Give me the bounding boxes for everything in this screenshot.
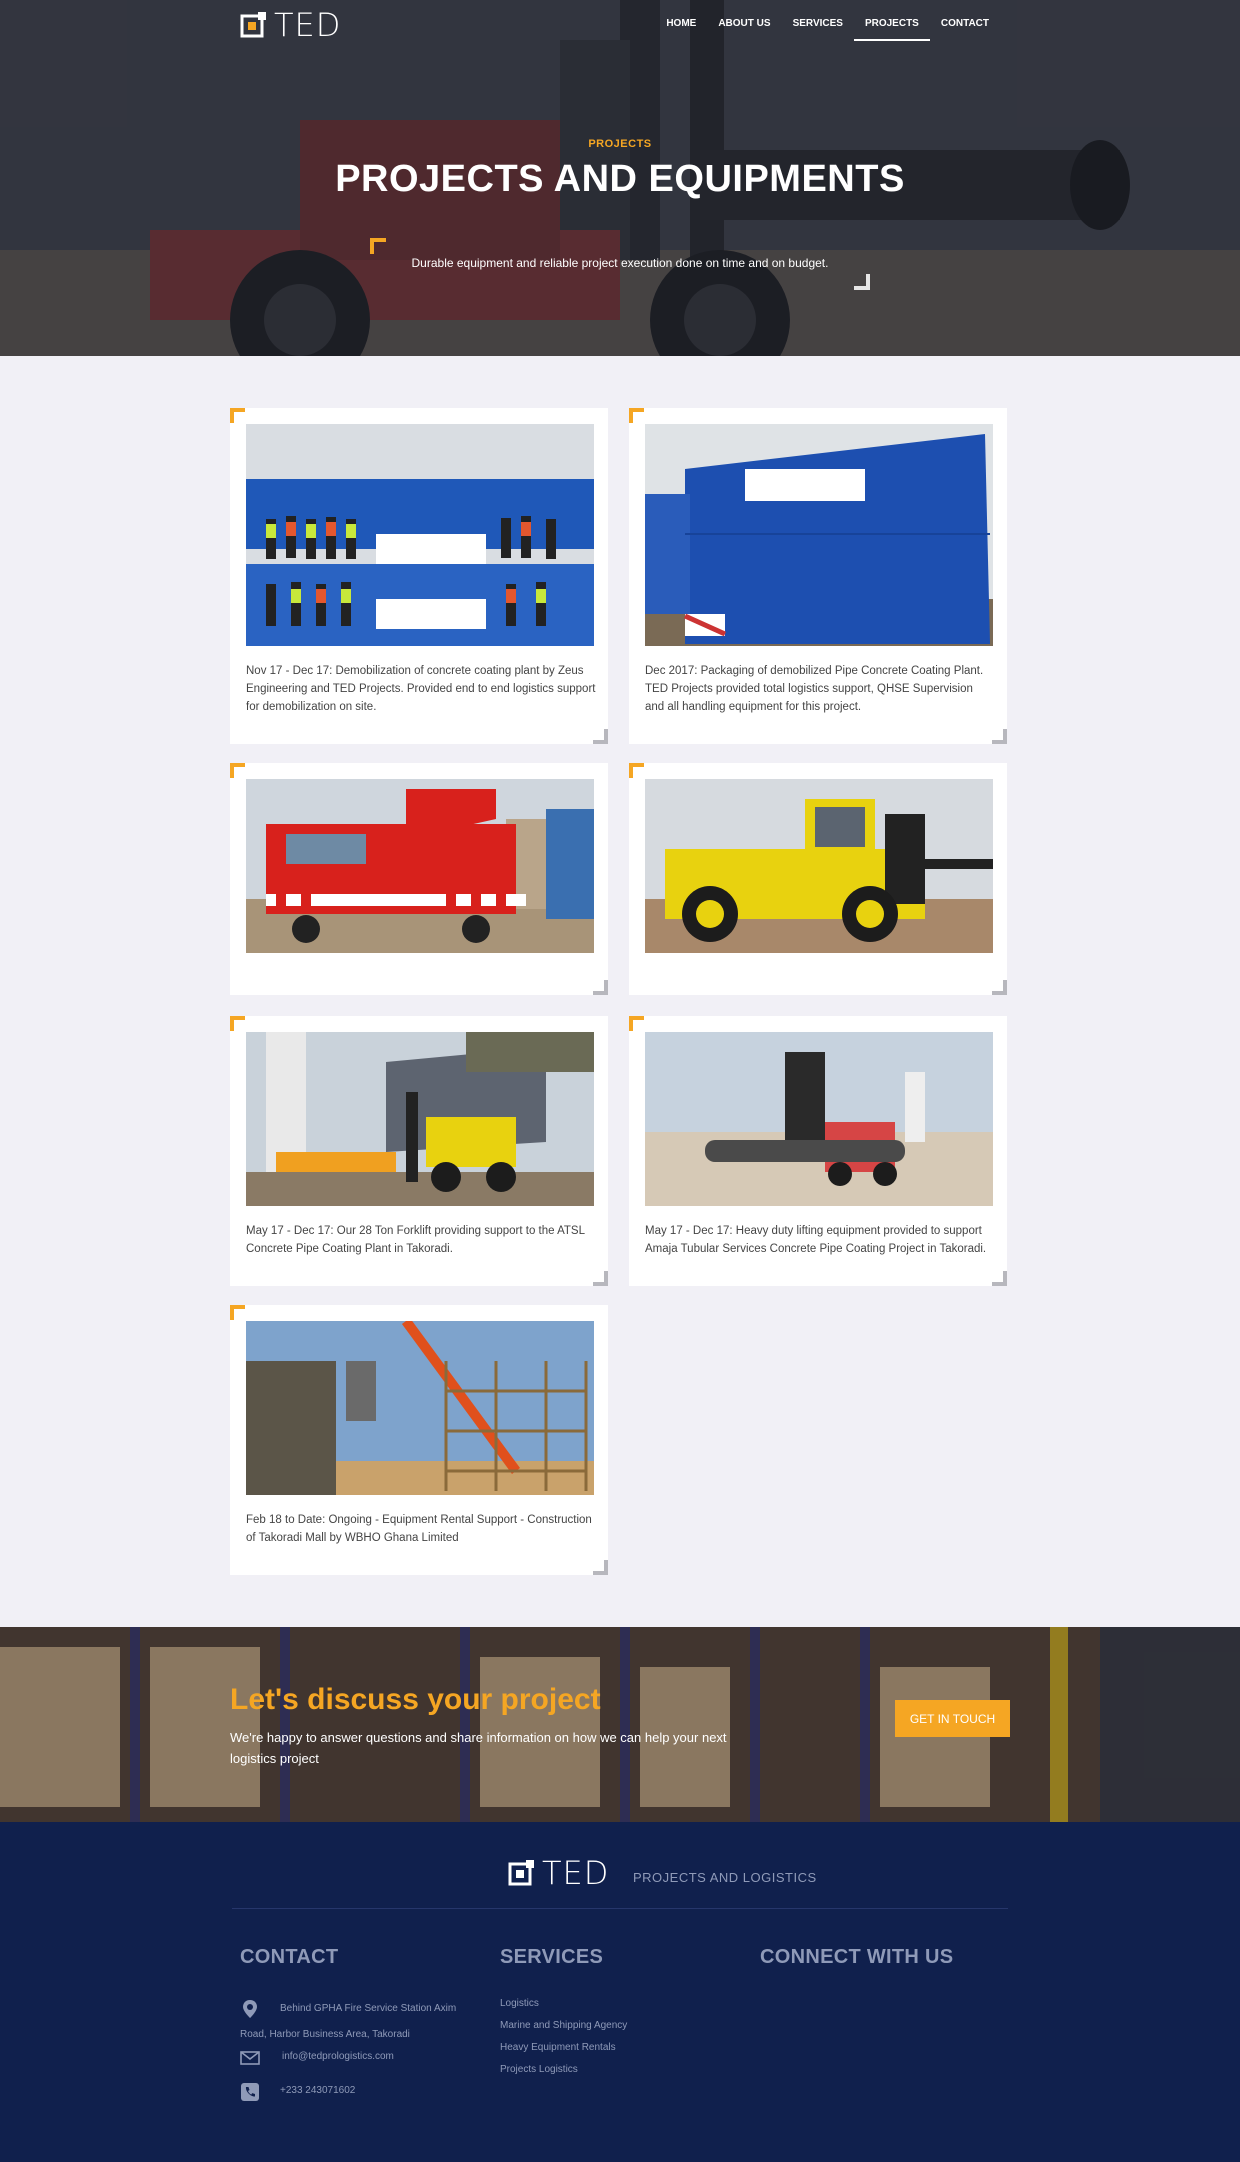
logo-text: TED [274, 6, 342, 44]
phone-icon [241, 2083, 259, 2101]
main-menu: HOME ABOUT US SERVICES PROJECTS CONTACT [655, 14, 1000, 41]
footer-service-equipment-rentals[interactable]: Heavy Equipment Rentals [500, 2042, 616, 2053]
nav-about-us[interactable]: ABOUT US [707, 14, 781, 41]
project-card[interactable] [230, 763, 608, 995]
project-photo-blue-packaged-crate [645, 424, 993, 646]
email-envelope-icon [240, 2051, 260, 2065]
project-photo-red-grove-crane [246, 779, 594, 953]
project-card[interactable]: Nov 17 - Dec 17: Demobilization of concr… [230, 408, 608, 744]
nav-services[interactable]: SERVICES [782, 14, 854, 41]
card-corner-bottom-right [593, 1560, 608, 1575]
footer-connect-heading: CONNECT WITH US [760, 1946, 954, 1968]
project-caption: May 17 - Dec 17: Heavy duty lifting equi… [645, 1225, 987, 1255]
footer-contact-heading: CONTACT [240, 1946, 339, 1968]
site-logo[interactable]: TED [240, 6, 341, 44]
get-in-touch-button[interactable]: GET IN TOUCH [895, 1700, 1010, 1737]
hero-banner: TED HOME ABOUT US SERVICES PROJECTS CONT… [0, 0, 1240, 356]
card-corner-top-left [230, 408, 245, 423]
page-title: PROJECTS AND EQUIPMENTS [335, 158, 905, 200]
footer-logo[interactable]: TED [508, 1854, 609, 1892]
card-corner-bottom-right [992, 729, 1007, 744]
project-photo-team-with-banners [246, 424, 594, 646]
footer-divider [232, 1908, 1008, 1909]
footer-phone[interactable]: +233 243071602 [280, 2078, 355, 2104]
cta-title: Let's discuss your project [230, 1683, 601, 1716]
location-pin-icon [243, 2000, 257, 2018]
project-photo-forklift-at-plant [246, 1032, 594, 1206]
card-corner-top-left [230, 763, 245, 778]
cta-banner: Let's discuss your project We're happy t… [0, 1627, 1240, 1822]
project-caption: May 17 - Dec 17: Our 28 Ton Forklift pro… [246, 1225, 585, 1255]
card-corner-bottom-right [593, 1271, 608, 1286]
hero-corner-accent-bottom-right [854, 274, 870, 290]
project-caption: Feb 18 to Date: Ongoing - Equipment Rent… [246, 1514, 592, 1544]
card-corner-top-left [230, 1016, 245, 1031]
project-photo-crane-and-scaffolding [246, 1321, 594, 1495]
project-photo-forklift-carrying-pipe [645, 1032, 993, 1206]
card-corner-top-left [629, 408, 644, 423]
footer-services-heading: SERVICES [500, 1946, 604, 1968]
hero-description: Durable equipment and reliable project e… [411, 256, 829, 270]
site-footer: TED PROJECTS AND LOGISTICS CONTACT Behin… [0, 1822, 1240, 2162]
card-corner-top-left [629, 1016, 644, 1031]
project-photo-yellow-forklift [645, 779, 993, 953]
footer-address-line-1: Behind GPHA Fire Service Station Axim [280, 2003, 457, 2014]
project-card[interactable]: May 17 - Dec 17: Heavy duty lifting equi… [629, 1016, 1007, 1286]
card-corner-top-left [629, 763, 644, 778]
footer-logo-text: TED [542, 1854, 610, 1892]
project-card[interactable]: Dec 2017: Packaging of demobilized Pipe … [629, 408, 1007, 744]
cta-overlay [0, 1627, 1240, 1822]
card-corner-bottom-right [992, 980, 1007, 995]
footer-service-logistics[interactable]: Logistics [500, 1998, 539, 2009]
nav-home[interactable]: HOME [655, 14, 707, 41]
card-corner-bottom-right [992, 1271, 1007, 1286]
ted-logo-icon [240, 12, 266, 38]
ted-logo-icon [508, 1860, 534, 1886]
nav-contact[interactable]: CONTACT [930, 14, 1000, 41]
project-card[interactable]: May 17 - Dec 17: Our 28 Ton Forklift pro… [230, 1016, 608, 1286]
footer-service-marine-shipping[interactable]: Marine and Shipping Agency [500, 2020, 627, 2031]
hero-corner-accent-top-left [370, 238, 386, 254]
card-corner-top-left [230, 1305, 245, 1320]
footer-email-link[interactable]: info@tedprologistics.com [282, 2044, 394, 2070]
project-caption: Dec 2017: Packaging of demobilized Pipe … [645, 665, 984, 713]
footer-tagline: PROJECTS AND LOGISTICS [633, 1870, 817, 1885]
hero-eyebrow: PROJECTS [588, 138, 652, 150]
nav-projects[interactable]: PROJECTS [853, 14, 930, 41]
project-caption: Nov 17 - Dec 17: Demobilization of concr… [246, 665, 596, 713]
footer-service-projects-logistics[interactable]: Projects Logistics [500, 2064, 578, 2075]
top-navigation: TED HOME ABOUT US SERVICES PROJECTS CONT… [0, 0, 1240, 48]
card-corner-bottom-right [593, 980, 608, 995]
project-card[interactable]: Feb 18 to Date: Ongoing - Equipment Rent… [230, 1305, 608, 1575]
cta-text: We're happy to answer questions and shar… [230, 1730, 727, 1766]
card-corner-bottom-right [593, 729, 608, 744]
project-card[interactable] [629, 763, 1007, 995]
